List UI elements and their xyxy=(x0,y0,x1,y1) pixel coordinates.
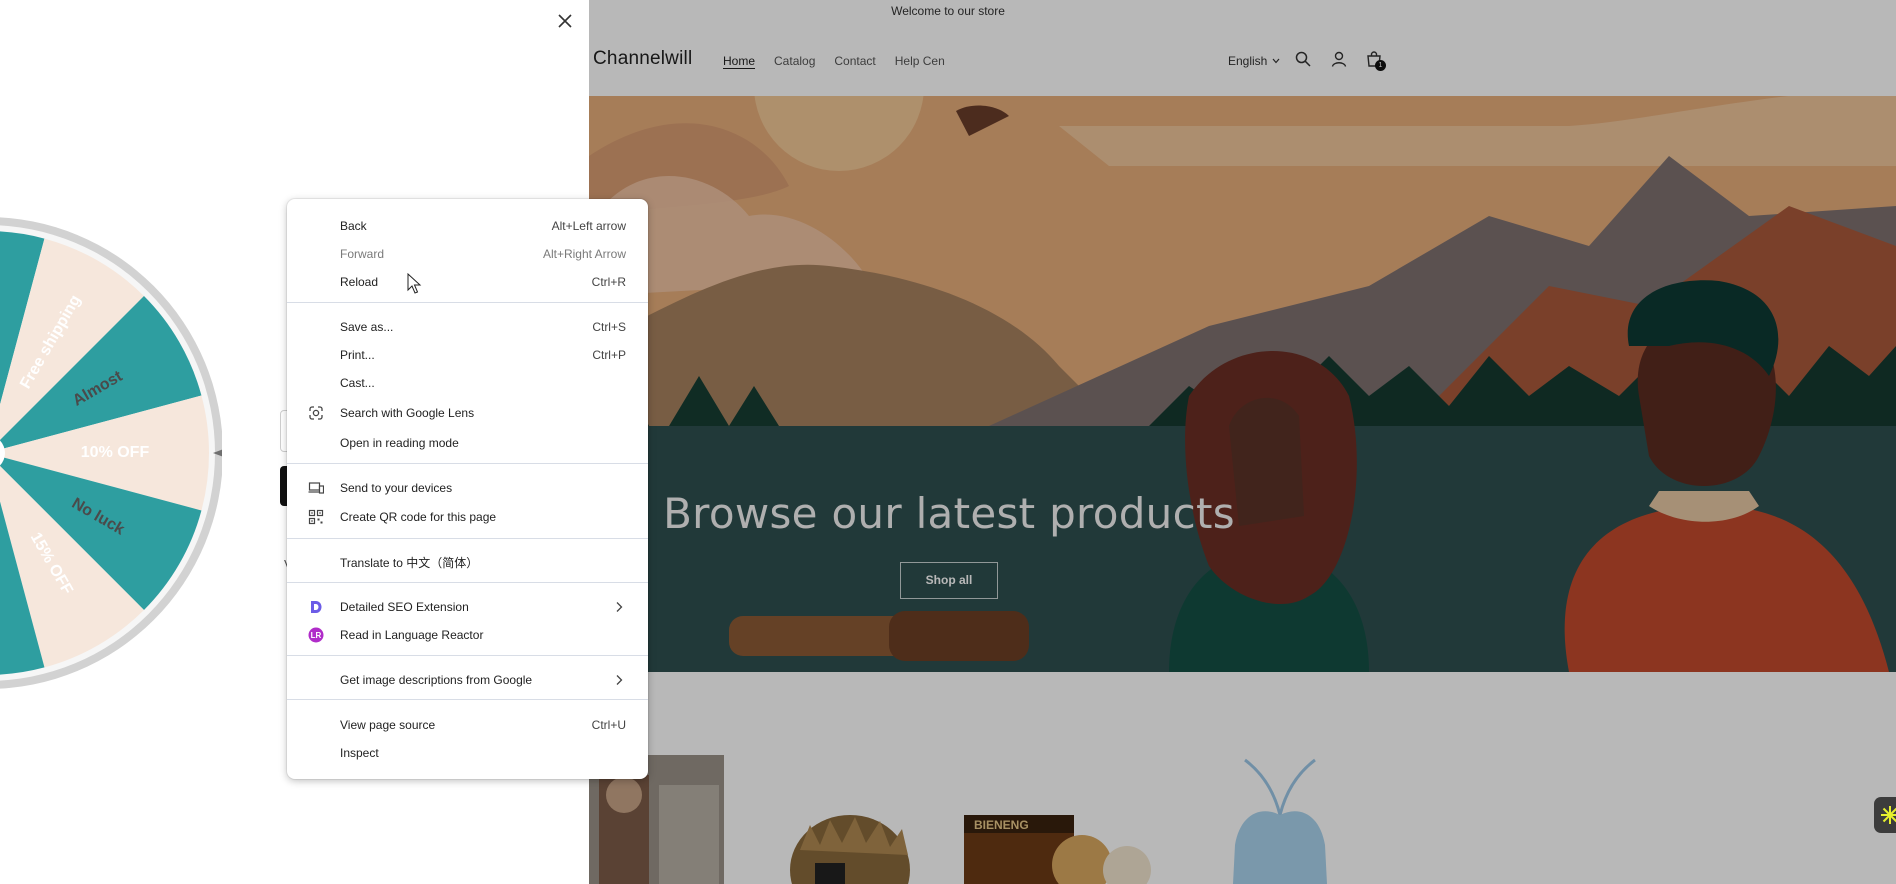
menu-item-label: Translate to 中文（简体） xyxy=(340,555,479,570)
menu-item-shortcut: Ctrl+S xyxy=(592,320,626,334)
menu-separator xyxy=(287,582,648,583)
menu-item-inspect[interactable]: Inspect xyxy=(287,740,648,766)
menu-item-shortcut: Ctrl+R xyxy=(591,275,626,289)
menu-item-print[interactable]: Print... Ctrl+P xyxy=(287,342,648,368)
menu-item-label: Forward xyxy=(340,247,385,261)
menu-item-shortcut: Alt+Right Arrow xyxy=(542,247,626,261)
menu-item-detailed-seo[interactable]: Detailed SEO Extension xyxy=(287,594,648,620)
menu-separator xyxy=(287,538,648,539)
mouse-cursor-icon xyxy=(407,273,422,294)
qr-code-icon xyxy=(308,509,324,525)
menu-item-back[interactable]: Back Alt+Left arrow xyxy=(287,213,648,239)
menu-separator xyxy=(287,463,648,464)
menu-item-language-reactor[interactable]: LR Read in Language Reactor xyxy=(287,622,648,648)
menu-separator xyxy=(287,699,648,700)
sparkle-icon xyxy=(1881,806,1896,824)
detailed-seo-icon xyxy=(308,599,324,615)
menu-item-label: Back xyxy=(340,219,367,233)
svg-text:LR: LR xyxy=(311,631,322,640)
spin-wheel[interactable]: Free shippingAlmost10% OFFNo luck15% OFF xyxy=(0,208,222,698)
google-lens-icon xyxy=(308,405,324,421)
menu-item-shortcut: Ctrl+U xyxy=(591,718,626,732)
floating-widget-button[interactable] xyxy=(1874,797,1896,833)
menu-item-label: Save as... xyxy=(340,320,394,334)
menu-item-shortcut: Ctrl+P xyxy=(592,348,626,362)
menu-item-label: Search with Google Lens xyxy=(340,406,475,420)
menu-item-save-as[interactable]: Save as... Ctrl+S xyxy=(287,314,648,340)
chevron-right-icon xyxy=(616,602,623,612)
menu-item-label: Create QR code for this page xyxy=(340,510,497,524)
menu-item-reading-mode[interactable]: Open in reading mode xyxy=(287,430,648,456)
menu-item-label: Open in reading mode xyxy=(340,436,459,450)
wheel-segment-label: 10% OFF xyxy=(81,444,150,461)
menu-separator xyxy=(287,655,648,656)
menu-item-label: Cast... xyxy=(340,376,375,390)
menu-item-label: Detailed SEO Extension xyxy=(340,600,469,614)
chevron-right-icon xyxy=(616,675,623,685)
menu-separator xyxy=(287,302,648,303)
menu-item-label: Inspect xyxy=(340,746,379,760)
close-icon[interactable] xyxy=(555,11,575,31)
menu-item-label: View page source xyxy=(340,718,436,732)
menu-item-label: Reload xyxy=(340,275,379,289)
menu-item-label: Read in Language Reactor xyxy=(340,628,484,642)
menu-item-reload[interactable]: Reload Ctrl+R xyxy=(287,269,648,295)
menu-item-label: Print... xyxy=(340,348,375,362)
menu-item-qr-code[interactable]: Create QR code for this page xyxy=(287,504,648,530)
menu-item-label: Send to your devices xyxy=(340,481,453,495)
menu-item-shortcut: Alt+Left arrow xyxy=(551,219,626,233)
language-reactor-icon: LR xyxy=(308,627,324,643)
context-menu: Back Alt+Left arrow Forward Alt+Right Ar… xyxy=(287,199,648,779)
menu-item-label: Get image descriptions from Google xyxy=(340,673,533,687)
menu-item-forward[interactable]: Forward Alt+Right Arrow xyxy=(287,241,648,267)
menu-item-google-lens[interactable]: Search with Google Lens xyxy=(287,400,648,426)
menu-item-translate[interactable]: Translate to 中文（简体） xyxy=(287,549,648,575)
devices-icon xyxy=(308,480,324,496)
menu-item-send-to-devices[interactable]: Send to your devices xyxy=(287,475,648,501)
menu-item-image-descriptions[interactable]: Get image descriptions from Google xyxy=(287,667,648,693)
menu-item-view-source[interactable]: View page source Ctrl+U xyxy=(287,712,648,738)
menu-item-cast[interactable]: Cast... xyxy=(287,370,648,396)
